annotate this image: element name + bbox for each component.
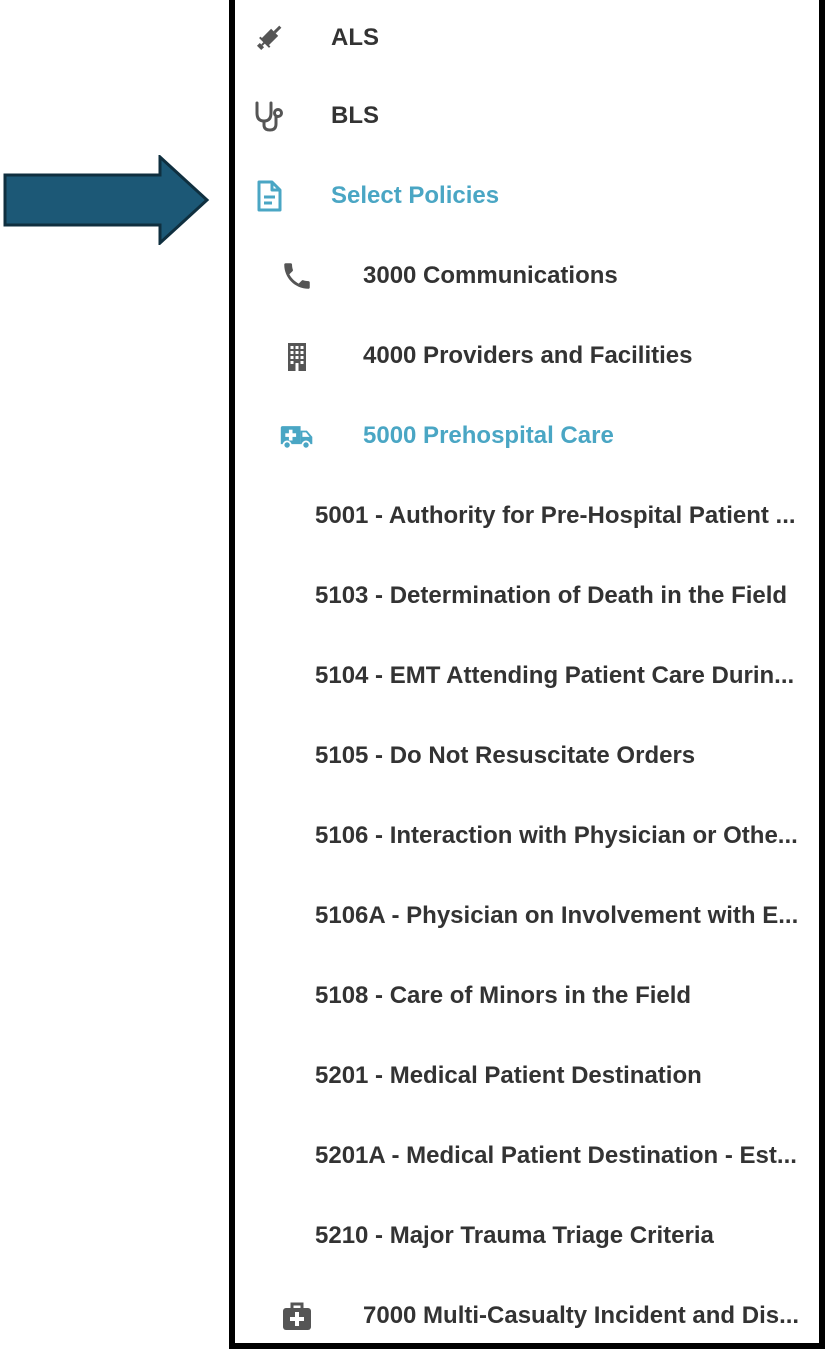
- policy-item[interactable]: 5201A - Medical Patient Destination - Es…: [235, 1126, 819, 1186]
- policy-item[interactable]: 5201 - Medical Patient Destination: [235, 1046, 819, 1106]
- policy-item-label: 5104 - EMT Attending Patient Care Durin.…: [315, 662, 795, 689]
- nav-item-label: Select Policies: [331, 182, 500, 209]
- policy-item-label: 5210 - Major Trauma Triage Criteria: [315, 1222, 714, 1249]
- policy-item-label: 5103 - Determination of Death in the Fie…: [315, 582, 788, 609]
- ambulance-icon: [279, 418, 315, 454]
- building-icon: [279, 338, 315, 374]
- policy-item[interactable]: 5108 - Care of Minors in the Field: [235, 966, 819, 1026]
- medical-kit-icon: [279, 1298, 315, 1334]
- nav-item-als[interactable]: ALS: [235, 8, 819, 68]
- nav-item-providers-facilities[interactable]: 4000 Providers and Facilities: [235, 326, 819, 386]
- nav-item-label: 4000 Providers and Facilities: [363, 342, 693, 369]
- policy-item-label: 5001 - Authority for Pre-Hospital Patien…: [315, 502, 796, 529]
- policy-item-label: 5201A - Medical Patient Destination - Es…: [315, 1142, 797, 1169]
- pointer-arrow: [3, 155, 210, 245]
- nav-item-label: ALS: [331, 24, 379, 51]
- nav-item-label: 5000 Prehospital Care: [363, 422, 614, 449]
- nav-item-bls[interactable]: BLS: [235, 86, 819, 146]
- phone-icon: [279, 258, 315, 294]
- policy-item-label: 5108 - Care of Minors in the Field: [315, 982, 692, 1009]
- nav-item-label: 3000 Communications: [363, 262, 618, 289]
- sidebar-nav: ALS BLS Select Policies 3000 Communicati…: [229, 0, 825, 1349]
- policy-item-label: 5106A - Physician on Involvement with E.…: [315, 902, 799, 929]
- stethoscope-icon: [251, 98, 287, 134]
- policy-item-label: 5106 - Interaction with Physician or Oth…: [315, 822, 798, 849]
- policy-item[interactable]: 5103 - Determination of Death in the Fie…: [235, 566, 819, 626]
- policy-item[interactable]: 5106A - Physician on Involvement with E.…: [235, 886, 819, 946]
- nav-item-label: BLS: [331, 102, 379, 129]
- policy-item[interactable]: 5104 - EMT Attending Patient Care Durin.…: [235, 646, 819, 706]
- nav-item-multi-casualty[interactable]: 7000 Multi-Casualty Incident and Dis...: [235, 1286, 819, 1343]
- policy-item-label: 5105 - Do Not Resuscitate Orders: [315, 742, 696, 769]
- policy-item[interactable]: 5106 - Interaction with Physician or Oth…: [235, 806, 819, 866]
- nav-item-prehospital-care[interactable]: 5000 Prehospital Care: [235, 406, 819, 466]
- policy-item-label: 5201 - Medical Patient Destination: [315, 1062, 702, 1089]
- syringe-icon: [251, 20, 287, 56]
- nav-item-select-policies[interactable]: Select Policies: [235, 166, 819, 226]
- policy-item[interactable]: 5210 - Major Trauma Triage Criteria: [235, 1206, 819, 1266]
- policy-item[interactable]: 5105 - Do Not Resuscitate Orders: [235, 726, 819, 786]
- nav-item-communications[interactable]: 3000 Communications: [235, 246, 819, 306]
- nav-item-label: 7000 Multi-Casualty Incident and Dis...: [363, 1302, 800, 1329]
- document-icon: [251, 178, 287, 214]
- policy-item[interactable]: 5001 - Authority for Pre-Hospital Patien…: [235, 486, 819, 546]
